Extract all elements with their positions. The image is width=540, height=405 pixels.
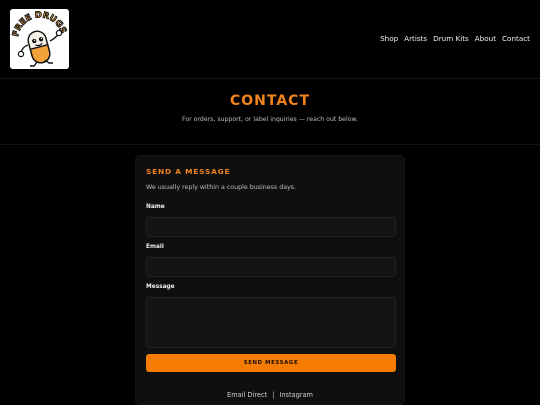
nav-item-drum-kits[interactable]: Drum Kits	[433, 34, 469, 43]
page-title: CONTACT	[229, 93, 310, 109]
nav-item-about[interactable]: About	[475, 34, 496, 43]
email-direct-link[interactable]: Email Direct	[227, 391, 267, 399]
pill-mascot-icon: FREE DRUGS	[10, 9, 69, 69]
nav-item-artists[interactable]: Artists	[404, 34, 427, 43]
form-heading: SEND A MESSAGE	[146, 167, 231, 176]
main-nav: Shop Artists Drum Kits About Contact	[380, 34, 530, 43]
send-message-button[interactable]: SEND MESSAGE	[146, 354, 396, 372]
brand-logo[interactable]: FREE DRUGS	[10, 9, 69, 69]
form-subheading: We usually reply within a couple busines…	[146, 184, 297, 191]
name-field[interactable]	[146, 217, 396, 237]
instagram-link[interactable]: Instagram	[279, 391, 313, 399]
page-subtitle: For orders, support, or label inquiries …	[182, 116, 358, 123]
contact-hero: CONTACT For orders, support, or label in…	[0, 80, 540, 145]
email-label: Email	[146, 244, 164, 250]
site-header: FREE DRUGS Shop Artists Drum Kits About …	[0, 0, 540, 79]
nav-item-shop[interactable]: Shop	[380, 34, 398, 43]
message-label: Message	[146, 284, 175, 290]
nav-item-contact[interactable]: Contact	[502, 34, 530, 43]
name-label: Name	[146, 204, 165, 210]
email-field[interactable]	[146, 257, 396, 277]
contact-form-card: SEND A MESSAGE We usually reply within a…	[135, 155, 405, 405]
link-separator: |	[272, 391, 275, 399]
message-field[interactable]	[146, 297, 396, 348]
contact-links: Email Direct | Instagram	[136, 391, 404, 399]
